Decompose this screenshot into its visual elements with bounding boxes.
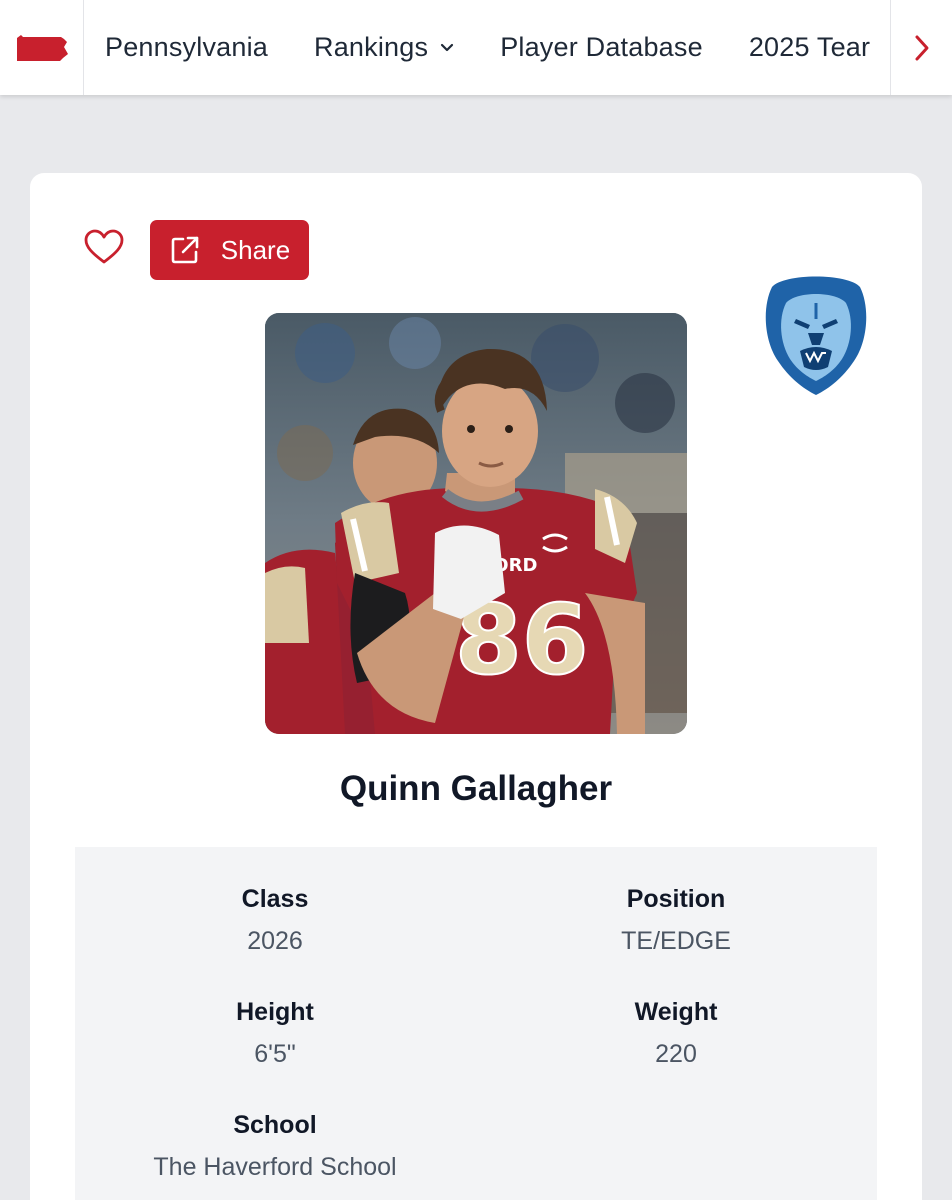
nav-item-2025-teams[interactable]: 2025 Tear: [749, 32, 870, 63]
player-photo: 86 FORD: [265, 313, 687, 734]
player-details: Class 2026 Position TE/EDGE Height 6'5" …: [75, 847, 877, 1200]
nav-item-label: 2025 Tear: [748, 32, 871, 62]
external-link-icon: [169, 234, 201, 266]
chevron-right-icon: [915, 35, 928, 60]
detail-label: Position: [626, 885, 726, 913]
nav-item-rankings[interactable]: Rankings: [314, 32, 454, 63]
detail-label: Height: [236, 998, 314, 1026]
lion-logo-icon: [765, 276, 867, 395]
share-label: Share: [220, 234, 291, 265]
detail-value: TE/EDGE: [621, 927, 731, 955]
detail-value: 6'5": [254, 1040, 296, 1068]
nav-item-label: Pennsylvania: [105, 32, 269, 62]
nav-scroll-right-button[interactable]: [890, 0, 952, 95]
heart-icon: [84, 229, 124, 264]
nav-item-label: Player Database: [500, 32, 703, 62]
favorite-button[interactable]: [84, 229, 124, 265]
detail-class: Class 2026: [75, 885, 475, 956]
player-name: Quinn Gallagher: [339, 769, 613, 808]
detail-value: The Haverford School: [153, 1153, 397, 1181]
detail-value: 220: [655, 1040, 697, 1068]
detail-label: Class: [241, 885, 309, 913]
detail-value: 2026: [247, 927, 303, 955]
nav-item-player-database[interactable]: Player Database: [500, 32, 703, 63]
detail-label: Weight: [634, 998, 718, 1026]
top-navigation: Pennsylvania Rankings Player Database 20…: [0, 0, 952, 95]
share-button[interactable]: Share: [150, 220, 309, 280]
detail-school: School The Haverford School: [75, 1111, 475, 1182]
team-logo: [762, 273, 870, 397]
detail-position: Position TE/EDGE: [476, 885, 876, 956]
nav-item-pennsylvania[interactable]: Pennsylvania: [105, 32, 268, 63]
pennsylvania-state-icon: [16, 34, 68, 61]
nav-items: Pennsylvania Rankings Player Database 20…: [84, 0, 890, 95]
state-logo[interactable]: [0, 0, 84, 95]
player-card: Share 86 FORD Quinn Gallagher Class 2026…: [30, 173, 922, 1200]
chevron-down-icon: [440, 43, 454, 53]
detail-weight: Weight 220: [476, 998, 876, 1069]
detail-label: School: [233, 1111, 317, 1139]
nav-item-label: Rankings: [314, 32, 429, 62]
detail-height: Height 6'5": [75, 998, 475, 1069]
